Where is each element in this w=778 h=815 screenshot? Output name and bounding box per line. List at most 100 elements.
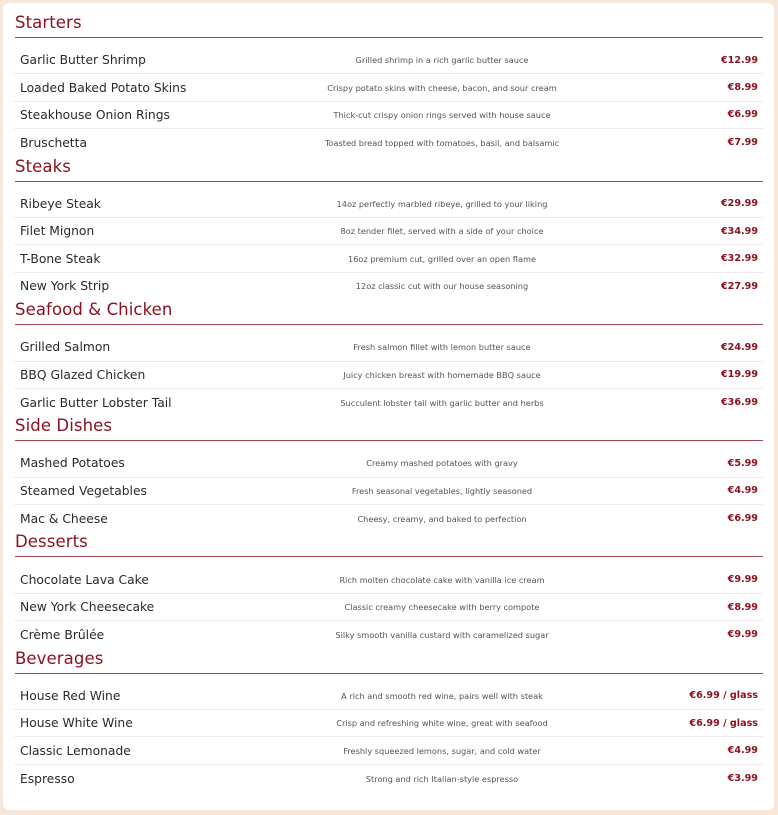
menu-item-row: Chocolate Lava Cake Rich molten chocolate… bbox=[14, 566, 763, 594]
menu-item-price: €5.99 bbox=[727, 457, 758, 469]
menu-item-description: 16oz premium cut, grilled over an open f… bbox=[348, 253, 536, 264]
menu-item-row: Garlic Butter Shrimp Grilled shrimp in a … bbox=[14, 47, 763, 75]
menu-item-name: Crème Brûlée bbox=[20, 627, 105, 642]
menu-item-name: Chocolate Lava Cake bbox=[20, 572, 149, 587]
menu-item-list: Garlic Butter Shrimp Grilled shrimp in a … bbox=[14, 47, 763, 157]
menu-item-description: Crisp and refreshing white wine, great w… bbox=[336, 718, 548, 729]
section-title: Starters bbox=[15, 13, 82, 32]
section-title: Side Dishes bbox=[15, 416, 113, 436]
menu-item-row: Bruschetta Toasted bread topped with toma… bbox=[14, 129, 763, 156]
menu-item-description: Crispy potato skins with cheese, bacon, … bbox=[327, 82, 557, 93]
section-divider bbox=[15, 556, 763, 558]
menu-item-row: Mashed Potatoes Creamy mashed potatoes wi… bbox=[14, 450, 763, 478]
menu-item-description: Classic creamy cheesecake with berry com… bbox=[344, 602, 540, 613]
menu-item-price: €9.99 bbox=[727, 574, 758, 586]
menu-item-name: Loaded Baked Potato Skins bbox=[20, 80, 187, 95]
menu-item-description: Silky smooth vanilla custard with carame… bbox=[335, 629, 549, 640]
section-divider bbox=[15, 37, 763, 38]
menu-item-name: New York Strip bbox=[20, 279, 110, 294]
menu-item-price: €4.99 bbox=[727, 745, 758, 757]
menu-item-description: Succulent lobster tail with garlic butte… bbox=[340, 397, 544, 408]
menu-item-row: Loaded Baked Potato Skins Crispy potato s… bbox=[14, 74, 763, 102]
menu-item-row: New York Strip 12oz classic cut with our … bbox=[14, 273, 763, 300]
menu-item-price: €6.99 bbox=[727, 513, 758, 525]
menu-item-name: Mashed Potatoes bbox=[20, 456, 125, 471]
menu-item-row: Ribeye Steak 14oz perfectly marbled ribey… bbox=[14, 191, 763, 218]
menu-item-row: BBQ Glazed Chicken Juicy chicken breast w… bbox=[14, 362, 763, 389]
menu-item-name: Classic Lemonade bbox=[20, 743, 131, 758]
section-title: Desserts bbox=[15, 532, 88, 552]
menu-item-price: €8.99 bbox=[727, 601, 758, 613]
menu-item-price: €6.99 / glass bbox=[689, 690, 758, 702]
menu-item-description: Creamy mashed potatoes with gravy bbox=[366, 458, 518, 469]
section-title: Seafood & Chicken bbox=[15, 300, 173, 320]
menu-item-list: Chocolate Lava Cake Rich molten chocolate… bbox=[14, 566, 763, 648]
menu-item-description: Freshly squeezed lemons, sugar, and cold… bbox=[343, 745, 541, 756]
menu-item-description: A rich and smooth red wine, pairs well w… bbox=[341, 690, 543, 701]
section-divider bbox=[15, 180, 763, 182]
section-divider bbox=[15, 672, 763, 674]
menu-item-description: 12oz classic cut with our house seasonin… bbox=[355, 281, 529, 292]
menu-item-price: €6.99 bbox=[727, 109, 758, 121]
menu-item-description: Toasted bread topped with tomatoes, basi… bbox=[324, 137, 560, 148]
menu-item-name: Garlic Butter Shrimp bbox=[20, 53, 146, 68]
menu-item-price: €34.99 bbox=[720, 225, 758, 237]
menu-item-name: New York Cheesecake bbox=[20, 600, 155, 615]
menu-section: Starters Garlic Butter Shrimp Grilled shri… bbox=[14, 13, 763, 157]
menu-section: Side Dishes Mashed Potatoes Creamy mashed … bbox=[14, 416, 763, 532]
menu-item-price: €19.99 bbox=[720, 369, 758, 381]
section-title: Beverages bbox=[15, 648, 104, 668]
menu-item-name: Ribeye Steak bbox=[20, 196, 101, 211]
menu-item-row: Filet Mignon 8oz tender filet, served wit… bbox=[14, 218, 763, 246]
menu-item-price: €24.99 bbox=[720, 341, 758, 353]
menu-item-row: Steamed Vegetables Fresh seasonal vegetab… bbox=[14, 478, 763, 506]
menu-item-description: Rich molten chocolate cake with vanilla … bbox=[339, 574, 545, 585]
menu-item-description: Thick-cut crispy onion rings served with… bbox=[333, 109, 551, 120]
menu-item-row: Crème Brûlée Silky smooth vanilla custard… bbox=[14, 621, 763, 648]
menu-item-row: Garlic Butter Lobster Tail Succulent lobs… bbox=[14, 389, 763, 416]
menu-item-row: T-Bone Steak 16oz premium cut, grilled ov… bbox=[14, 245, 763, 273]
menu-item-row: Mac & Cheese Cheesy, creamy, and baked to… bbox=[14, 505, 763, 532]
menu-item-description: Juicy chicken breast with homemade BBQ s… bbox=[343, 369, 541, 380]
menu-item-row: New York Cheesecake Classic creamy cheese… bbox=[14, 594, 763, 622]
menu-item-price: €7.99 bbox=[727, 137, 758, 149]
menu-item-price: €32.99 bbox=[720, 253, 758, 265]
menu-item-description: Strong and rich Italian-style espresso bbox=[365, 773, 519, 784]
menu-item-price: €12.99 bbox=[720, 54, 758, 66]
section-title: Steaks bbox=[15, 156, 71, 176]
menu-item-description: Fresh salmon fillet with lemon butter sa… bbox=[353, 342, 531, 353]
menu-item-row: House White Wine Crisp and refreshing whi… bbox=[14, 710, 763, 738]
menu-item-name: Mac & Cheese bbox=[20, 511, 108, 526]
section-divider bbox=[15, 440, 763, 442]
menu-item-row: Steakhouse Onion Rings Thick-cut crispy o… bbox=[14, 102, 763, 130]
menu-item-price: €6.99 / glass bbox=[689, 717, 758, 729]
menu-item-price: €3.99 bbox=[727, 773, 758, 784]
menu-item-description: Grilled shrimp in a rich garlic butter s… bbox=[355, 55, 529, 66]
menu-item-row: Grilled Salmon Fresh salmon fillet with l… bbox=[14, 334, 763, 362]
menu-item-list: Grilled Salmon Fresh salmon fillet with l… bbox=[14, 334, 763, 416]
menu-section: Beverages House Red Wine A rich and smooth… bbox=[14, 649, 763, 793]
menu-item-list: House Red Wine A rich and smooth red wine… bbox=[14, 683, 763, 793]
menu-item-description: 14oz perfectly marbled ribeye, grilled t… bbox=[336, 198, 548, 209]
menu-item-name: Espresso bbox=[20, 771, 75, 786]
menu-item-description: Fresh seasonal vegetables, lightly seaso… bbox=[351, 485, 533, 496]
menu-item-price: €36.99 bbox=[720, 397, 758, 409]
menu-item-description: 8oz tender filet, served with a side of … bbox=[340, 226, 544, 237]
menu-card: Starters Garlic Butter Shrimp Grilled shri… bbox=[3, 3, 774, 810]
menu-item-name: T-Bone Steak bbox=[20, 251, 101, 266]
menu-item-name: Grilled Salmon bbox=[20, 340, 111, 355]
menu-item-name: House Red Wine bbox=[20, 688, 121, 703]
menu-item-name: Filet Mignon bbox=[20, 224, 95, 239]
menu-item-price: €29.99 bbox=[720, 198, 758, 210]
menu-item-price: €8.99 bbox=[727, 82, 758, 94]
menu-item-name: Garlic Butter Lobster Tail bbox=[20, 395, 172, 410]
menu-item-row: Espresso Strong and rich Italian-style es… bbox=[14, 765, 763, 792]
menu-item-name: Steakhouse Onion Rings bbox=[20, 107, 170, 122]
menu-item-name: House White Wine bbox=[20, 716, 133, 731]
menu-section: Seafood & Chicken Grilled Salmon Fresh sal… bbox=[14, 300, 763, 416]
menu-item-price: €4.99 bbox=[727, 485, 758, 497]
section-divider bbox=[15, 324, 763, 326]
menu-item-row: Classic Lemonade Freshly squeezed lemons,… bbox=[14, 737, 763, 765]
menu-item-row: House Red Wine A rich and smooth red wine… bbox=[14, 683, 763, 711]
menu-item-name: Steamed Vegetables bbox=[20, 483, 147, 498]
